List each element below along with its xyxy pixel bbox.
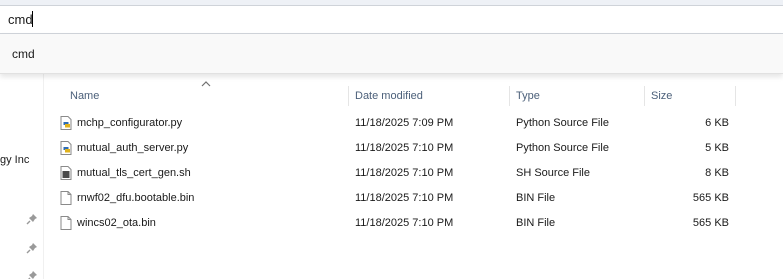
file-type: SH Source File xyxy=(516,167,590,179)
column-header-size[interactable]: Size xyxy=(645,84,735,108)
file-row[interactable]: rnwf02_dfu.bootable.bin 11/18/2025 7:10 … xyxy=(44,186,783,211)
shell-script-icon xyxy=(60,166,72,180)
column-resize-handle[interactable] xyxy=(735,86,736,106)
file-type: Python Source File xyxy=(516,117,609,129)
file-name: mchp_configurator.py xyxy=(77,117,183,129)
file-row[interactable]: mutual_auth_server.py 11/18/2025 7:10 PM… xyxy=(44,136,783,161)
file-type: BIN File xyxy=(516,217,556,229)
generic-file-icon xyxy=(60,216,72,230)
pin-icon[interactable] xyxy=(26,213,38,225)
autocomplete-suggestion[interactable]: cmd xyxy=(0,40,783,68)
pin-icon[interactable] xyxy=(26,270,38,279)
file-size: 565 KB xyxy=(692,192,729,204)
file-size: 5 KB xyxy=(705,142,729,154)
file-size: 8 KB xyxy=(705,167,729,179)
file-type: Python Source File xyxy=(516,142,609,154)
generic-file-icon xyxy=(60,191,72,205)
column-header-name[interactable]: Name xyxy=(64,84,348,108)
file-row[interactable]: mchp_configurator.py 11/18/2025 7:09 PM … xyxy=(44,111,783,136)
file-date-modified: 11/18/2025 7:10 PM xyxy=(355,142,454,154)
column-header-date-modified[interactable]: Date modified xyxy=(349,84,509,108)
file-date-modified: 11/18/2025 7:10 PM xyxy=(355,217,454,229)
text-caret xyxy=(32,11,33,27)
file-name: mutual_tls_cert_gen.sh xyxy=(77,167,191,179)
file-name: wincs02_ota.bin xyxy=(77,217,156,229)
python-file-icon xyxy=(60,116,72,130)
pin-icon[interactable] xyxy=(26,242,38,254)
navigation-pane: gy Inc xyxy=(0,74,44,279)
file-row[interactable]: wincs02_ota.bin 11/18/2025 7:10 PM BIN F… xyxy=(44,211,783,236)
file-size: 6 KB xyxy=(705,117,729,129)
file-row[interactable]: mutual_tls_cert_gen.sh 11/18/2025 7:10 P… xyxy=(44,161,783,186)
column-header-type[interactable]: Type xyxy=(510,84,644,108)
file-size: 565 KB xyxy=(692,217,729,229)
file-name: mutual_auth_server.py xyxy=(77,142,189,154)
column-header-row: Name Date modified Type Size xyxy=(44,84,783,108)
file-date-modified: 11/18/2025 7:10 PM xyxy=(355,192,454,204)
address-search-input[interactable] xyxy=(0,5,783,34)
file-type: BIN File xyxy=(516,192,556,204)
nav-item-label[interactable]: gy Inc xyxy=(0,154,29,166)
file-date-modified: 11/18/2025 7:09 PM xyxy=(355,117,454,129)
python-file-icon xyxy=(60,141,72,155)
autocomplete-dropdown: cmd xyxy=(0,34,783,74)
file-date-modified: 11/18/2025 7:10 PM xyxy=(355,167,454,179)
file-name: rnwf02_dfu.bootable.bin xyxy=(77,192,195,204)
